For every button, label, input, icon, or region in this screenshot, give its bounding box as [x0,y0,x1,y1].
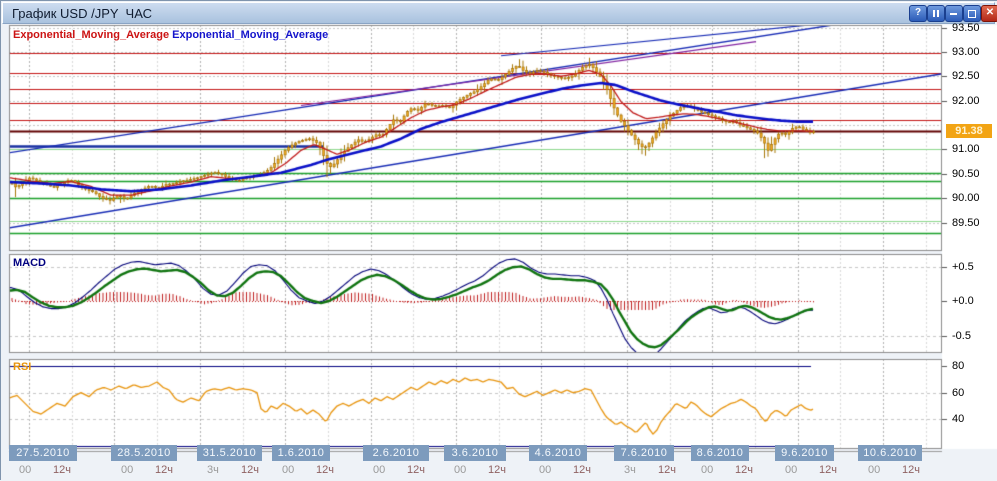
date-cell: 28.5.2010 [111,445,177,461]
date-cell: 10.6.2010 [858,445,922,461]
time-label: 3ч [207,464,219,476]
help-button[interactable]: ? [909,5,927,22]
time-label: 12ч [53,464,71,476]
price-label: 92.00 [952,95,996,107]
price-label: 92.50 [952,70,996,82]
time-label: 12ч [241,464,259,476]
price-label: 93.00 [952,46,996,58]
price-label: 93.50 [952,22,996,34]
date-cell: 4.6.2010 [529,445,587,461]
time-label: 12ч [819,464,837,476]
maximize-button[interactable] [963,5,981,22]
time-label: 12ч [573,464,591,476]
price-label: 91.00 [952,143,996,155]
time-label: 00 [282,464,294,476]
date-cell: 27.5.2010 [9,445,77,461]
time-label: 00 [121,464,133,476]
pause-icon [937,10,939,17]
rsi-value-label: 60 [952,387,996,399]
time-label: 12ч [735,464,753,476]
macd-panel-label: MACD [13,257,46,269]
time-label: 3ч [624,464,636,476]
time-label: 12ч [316,464,334,476]
macd-plot[interactable] [9,254,942,353]
date-cell: 7.6.2010 [614,445,674,461]
rsi-value-label: 80 [952,360,996,372]
time-label: 00 [785,464,797,476]
price-label: 89.50 [952,217,996,229]
chart-window: График USD /JPY ЧАС ? ✕ Exponential_Movi… [0,0,997,480]
date-cell: 3.6.2010 [444,445,506,461]
time-label: 00 [19,464,31,476]
window-title: График USD /JPY ЧАС [12,6,152,21]
main-price-plot[interactable] [9,25,942,251]
maximize-icon [968,10,976,18]
date-cell: 2.6.2010 [363,445,429,461]
pause-icon [933,10,935,17]
minimize-icon [950,13,957,15]
price-label: 90.50 [952,168,996,180]
time-label: 00 [868,464,880,476]
time-label: 12ч [155,464,173,476]
time-label: 00 [373,464,385,476]
minimize-button[interactable] [945,5,963,22]
rsi-panel-label: RSI [13,361,31,373]
current-price-tag: 91.38 [946,124,992,138]
time-label: 00 [454,464,466,476]
macd-value-label: +0.5 [952,261,996,273]
rsi-value-label: 40 [952,413,996,425]
time-label: 00 [701,464,713,476]
macd-value-label: +0.0 [952,295,996,307]
rsi-plot[interactable] [9,359,942,449]
close-button[interactable]: ✕ [981,5,997,22]
date-cell: 31.5.2010 [197,445,262,461]
pause-button[interactable] [927,5,945,22]
time-label: 12ч [658,464,676,476]
time-label: 00 [539,464,551,476]
date-cell: 8.6.2010 [691,445,749,461]
macd-value-label: -0.5 [952,330,996,342]
time-label: 12ч [488,464,506,476]
title-bar[interactable]: График USD /JPY ЧАС ? ✕ [2,2,995,24]
price-label: 90.00 [952,192,996,204]
date-cell: 9.6.2010 [775,445,834,461]
date-cell: 1.6.2010 [272,445,330,461]
time-label: 12ч [407,464,425,476]
time-label: 12ч [902,464,920,476]
